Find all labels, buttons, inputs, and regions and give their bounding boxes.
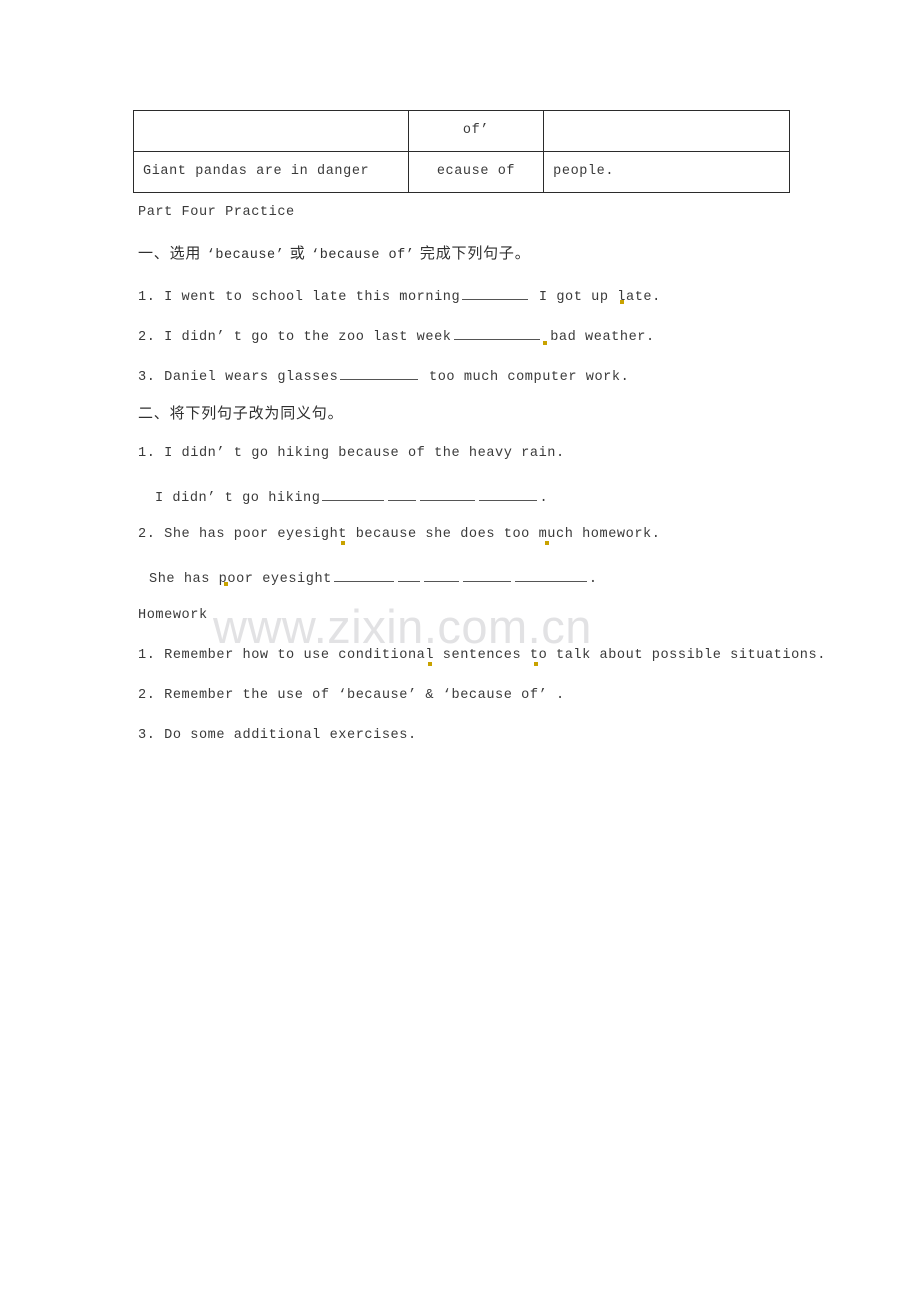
item-number: 1. [138,648,156,663]
part-four-heading: Part Four Practice [138,205,295,220]
answer-blank[interactable] [333,568,394,582]
item-text-after: too much computer work. [429,369,630,385]
heading-quote-because: ‘because’ [206,248,285,263]
item-number: 2. [138,688,156,703]
table-cell [133,110,409,152]
homework-item-3: 3. Do some additional exercises. [138,728,417,745]
item-number: 2. [138,329,156,345]
answer-suffix: . [539,490,549,506]
heading-prefix: 一、选用 [138,244,207,262]
spellcheck-mark [534,662,538,666]
table-cell: ecause of [407,151,545,193]
homework-item-1: 1. Remember how to use conditional sente… [138,648,826,665]
answer-blank[interactable] [462,568,511,582]
answer-blank[interactable] [388,487,417,501]
table-row: Giant pandas are in danger ecause of peo… [133,151,790,193]
item-source-sentence: I didn’ t go hiking because of the heavy… [164,446,565,461]
item-number: 2. [138,527,156,542]
item-text: Do some additional exercises. [164,728,417,743]
item-number: 1. [138,289,156,305]
spellcheck-mark [224,582,228,586]
watermark: www.zixin.com.cn [213,600,592,653]
section-two-heading: 二、将下列句子改为同义句。 [138,404,344,422]
table-cell [543,110,790,152]
item-text-before: Daniel wears glasses [164,369,339,385]
answer-blank[interactable] [514,568,587,582]
exercise-one-item-2: 2. I didn’ t go to the zoo last week bad… [138,326,655,347]
exercise-two-item-2-source: 2. She has poor eyesight because she doe… [138,527,660,544]
exercise-one-item-3: 3. Daniel wears glasses too much compute… [138,366,629,387]
heading-middle: 或 [284,244,312,262]
table-cell: of’ [407,110,545,152]
answer-blank[interactable] [420,487,476,501]
item-text-after: bad weather. [550,329,655,345]
spellcheck-mark [545,541,549,545]
item-text: Remember how to use conditional sentence… [164,648,826,663]
table-row: of’ [133,110,790,152]
exercise-two-item-2-answer: She has poor eyesight. [149,568,598,589]
spellcheck-mark [341,541,345,545]
answer-blank[interactable] [423,568,459,582]
answer-blank[interactable] [462,286,529,300]
answer-suffix: . [588,571,598,587]
because-table: of’ Giant pandas are in danger ecause of… [133,110,790,193]
table-cell: Giant pandas are in danger [133,151,409,193]
homework-heading: Homework [138,608,208,623]
item-number: 3. [138,369,156,385]
item-text-before: I didn’ t go to the zoo last week [164,329,452,345]
item-text-after: I got up late. [538,289,661,305]
answer-blank[interactable] [397,568,420,582]
spellcheck-mark [543,341,547,345]
item-source-sentence: She has poor eyesight because she does t… [164,527,661,542]
table-cell: people. [543,151,790,193]
answer-blank[interactable] [453,326,540,340]
item-text: Remember the use of ‘because’ & ‘because… [164,688,565,703]
exercise-two-item-1-source: 1. I didn’ t go hiking because of the he… [138,446,565,463]
spellcheck-mark [620,300,624,304]
item-number: 3. [138,728,156,743]
item-number: 1. [138,446,156,461]
homework-item-2: 2. Remember the use of ‘because’ & ‘beca… [138,688,565,705]
answer-prefix: I didn’ t go hiking [155,490,321,506]
item-text-before: I went to school late this morning [164,289,461,305]
answer-blank[interactable] [479,487,538,501]
answer-blank[interactable] [340,366,419,380]
heading-quote-because-of: ‘because of’ [311,248,415,263]
section-one-heading: 一、选用 ‘because’ 或 ‘because of’ 完成下列句子。 [138,244,531,265]
answer-blank[interactable] [322,487,385,501]
heading-suffix: 完成下列句子。 [414,244,531,262]
exercise-one-item-1: 1. I went to school late this morning I … [138,286,661,307]
document-page: www.zixin.com.cn of’ Giant pandas are in… [0,0,920,1302]
answer-prefix: She has poor eyesight [149,571,332,587]
exercise-two-item-1-answer: I didn’ t go hiking. [155,487,548,508]
spellcheck-mark [428,662,432,666]
